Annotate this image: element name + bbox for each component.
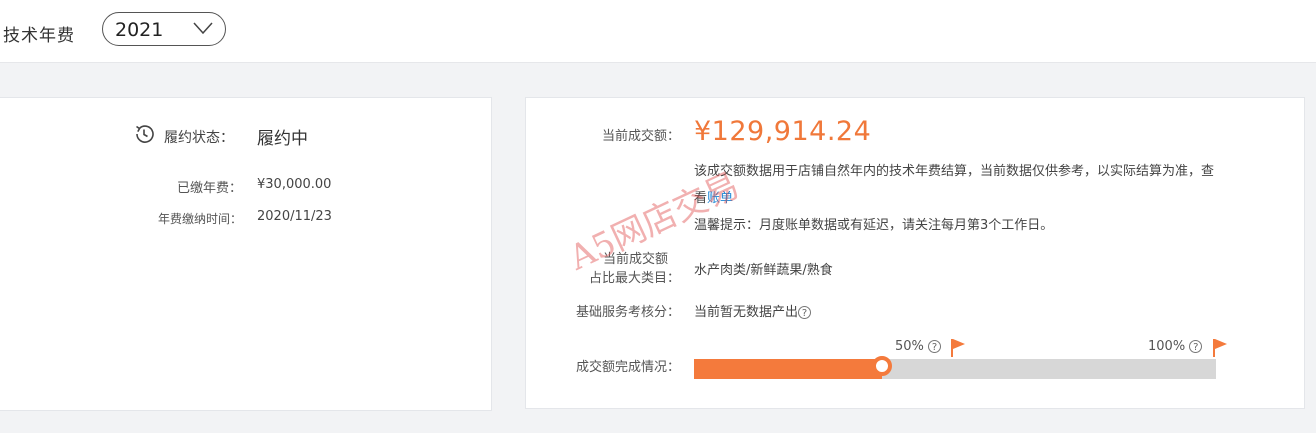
flag-icon — [1213, 339, 1227, 357]
current-amount-value: ¥129,914.24 — [694, 116, 872, 147]
history-icon — [136, 125, 154, 143]
progress-bar — [694, 356, 1216, 379]
help-icon[interactable]: ? — [798, 306, 812, 319]
milestone-50-label: 50% — [895, 339, 924, 354]
progress-bar-fill — [694, 359, 882, 379]
service-score-text: 当前暂无数据产出 — [694, 305, 799, 320]
paid-fee-label: 已缴年费： — [176, 181, 242, 196]
progress-handle — [871, 356, 892, 376]
amount-note: 该成交额数据用于店铺自然年内的技术年费结算，当前数据仅供参考，以实际结算为准，查… — [694, 158, 1214, 212]
year-select-value: 2021 — [115, 19, 164, 41]
category-value: 水产肉类/新鲜蔬果/熟食 — [694, 263, 833, 278]
paid-time-value: 2020/11/23 — [257, 209, 332, 224]
milestone-100-label: 100% — [1148, 339, 1186, 354]
help-icon[interactable]: ? — [928, 340, 942, 353]
milestone-50: 50% ? — [895, 339, 942, 354]
category-label-line2: 占比最大类目： — [588, 271, 680, 286]
chevron-down-icon — [193, 22, 213, 35]
paid-time-label: 年费缴纳时间： — [157, 212, 242, 226]
fee-status-panel — [0, 97, 492, 411]
top-bar: 技术年费 2021 — [0, 0, 1316, 63]
help-icon[interactable]: ? — [1189, 340, 1203, 353]
paid-fee-value: ¥30,000.00 — [257, 177, 332, 192]
milestone-100: 100% ? — [1148, 339, 1203, 354]
year-select[interactable]: 2021 — [102, 12, 226, 46]
current-amount-label: 当前成交额： — [601, 129, 680, 144]
flag-icon — [951, 339, 965, 357]
progress-label: 成交额完成情况： — [575, 360, 680, 375]
reminder-tip: 温馨提示：月度账单数据或有延迟，请关注每月第3个工作日。 — [694, 218, 1054, 233]
status-value: 履约中 — [257, 129, 308, 149]
service-score-value: 当前暂无数据产出? — [694, 301, 812, 320]
amount-note-text: 该成交额数据用于店铺自然年内的技术年费结算，当前数据仅供参考，以实际结算为准，查… — [694, 164, 1215, 206]
service-score-label: 基础服务考核分： — [575, 305, 680, 320]
status-label: 履约状态： — [164, 130, 234, 146]
annual-fee-label: 技术年费 — [3, 26, 75, 46]
